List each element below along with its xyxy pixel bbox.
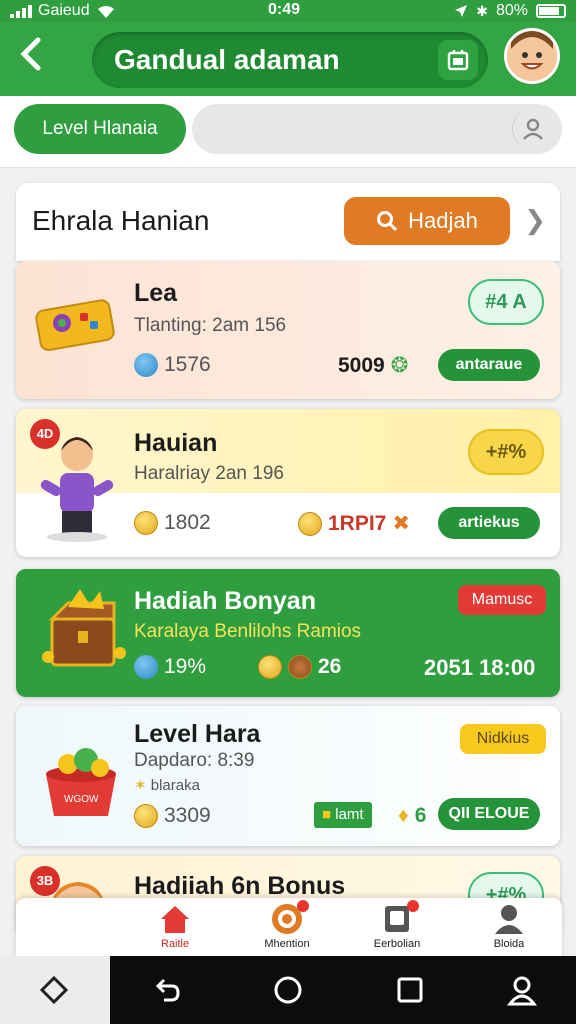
battery-icon xyxy=(536,4,566,18)
search-icon xyxy=(377,211,398,232)
notification-dot xyxy=(297,900,309,912)
carrier-label: Gaieud xyxy=(38,2,90,19)
recents-system-icon[interactable] xyxy=(394,974,426,1006)
item-tag: ■ lamt xyxy=(314,802,372,828)
item-stat: 1576 xyxy=(134,353,211,377)
item-action-button[interactable]: artiekus xyxy=(438,507,540,539)
list-panel-header: Ehrala Hanian Hadjah ❯ xyxy=(16,183,560,261)
person-icon xyxy=(40,437,114,542)
bottom-nav: Raitle Mhention Eerbolian Bloida xyxy=(16,898,562,960)
item-action-button[interactable]: QII ELOUE xyxy=(438,798,540,830)
wifi-icon xyxy=(97,5,114,19)
sparkle-icon: ✶ xyxy=(134,777,147,794)
item-action-button[interactable]: antaraue xyxy=(438,349,540,381)
game-console-icon xyxy=(35,299,115,352)
battery-percent: 80% xyxy=(495,2,528,19)
list-item[interactable]: Lea Tlanting: 2am 156 1576 5009 ❂ antarau… xyxy=(16,261,560,399)
signal-icon xyxy=(10,4,32,18)
item-badge: +#% xyxy=(468,429,544,475)
item-subtitle: Tlanting: 2am 156 xyxy=(134,315,287,336)
item-subtitle: Karalaya Benlilohs Ramios xyxy=(134,621,362,642)
system-menu-button[interactable] xyxy=(0,956,110,1024)
item-title: Hadiiah 6n Bonus xyxy=(134,872,346,900)
coin-bucket-icon: WGOW xyxy=(46,748,116,816)
page-title: Gandual adaman xyxy=(114,44,340,75)
item-note: ✶ blaraka xyxy=(134,777,200,794)
system-nav-bar xyxy=(0,956,576,1024)
bluetooth-icon: ✱ xyxy=(476,2,488,19)
user-icon xyxy=(522,118,543,140)
home-system-icon[interactable] xyxy=(272,974,304,1006)
item-title: Lea xyxy=(134,279,178,307)
item-stat: 3309 xyxy=(134,804,211,828)
item-title: Level Hara xyxy=(134,720,261,748)
chevron-right-icon[interactable]: ❯ xyxy=(524,205,546,236)
gem-icon xyxy=(134,353,158,377)
item-stat: 1802 xyxy=(134,511,211,535)
nav-item-notifications[interactable]: Eerbolian xyxy=(352,900,442,950)
nav-item-profile[interactable]: Bloida xyxy=(464,902,554,950)
search-row: Level Hlanaia xyxy=(0,96,576,168)
calendar-button[interactable] xyxy=(438,40,478,80)
trophy-icon: ♦ xyxy=(398,804,409,827)
item-points: ♦ 6 xyxy=(398,804,427,827)
status-bar: Gaieud 0:49 ✱ 80% xyxy=(0,0,576,22)
list-item[interactable]: 4D Hauian Haralriay 2an 196 1802 1RPI7 ✖ … xyxy=(16,409,560,557)
item-badge: Nidkius xyxy=(460,724,546,754)
coin-icon xyxy=(134,511,158,535)
coin-stack-icon xyxy=(298,511,322,536)
item-subtitle: Haralriay 2an 196 xyxy=(134,463,284,484)
item-title: Hadiah Bonyan xyxy=(134,587,316,615)
chevron-left-icon xyxy=(20,37,41,71)
calendar-icon xyxy=(447,50,469,71)
title-pill: Gandual adaman xyxy=(92,32,488,88)
coin-icon xyxy=(258,655,282,679)
gem-icon xyxy=(134,655,158,679)
nav-item-mention[interactable]: Mhention xyxy=(242,900,332,950)
back-button[interactable] xyxy=(16,34,56,78)
item-badge: #4 A xyxy=(468,279,544,325)
item-status-badge: Mamusc xyxy=(458,585,546,615)
level-filter-button[interactable]: Level Hlanaia xyxy=(14,104,186,154)
diamond-icon xyxy=(39,975,69,1005)
item-stat: 19% xyxy=(134,655,206,679)
item-title: Hauian xyxy=(134,429,218,457)
nav-item-home[interactable]: Raitle xyxy=(130,902,220,950)
star-icon: ✖ xyxy=(392,512,410,535)
clock: 0:49 xyxy=(268,1,301,18)
item-points: 5009 ❂ xyxy=(338,353,409,378)
app-header: Gandual adaman xyxy=(0,22,576,96)
search-action-button[interactable]: Hadjah xyxy=(344,197,510,245)
location-icon xyxy=(455,5,468,17)
user-search-button[interactable] xyxy=(512,109,552,149)
search-input[interactable] xyxy=(192,104,562,154)
treasure-chest-icon xyxy=(42,589,126,667)
item-points: 1RPI7 ✖ xyxy=(298,511,410,536)
item-date: 2051 18:00 xyxy=(424,655,536,680)
search-action-label: Hadjah xyxy=(408,208,478,233)
avatar-face-icon xyxy=(507,31,557,81)
cookie-icon xyxy=(288,655,312,679)
list-item[interactable]: WGOW Level Hara Dapdaro: 8:39 ✶ blaraka … xyxy=(16,706,560,846)
profile-system-icon[interactable] xyxy=(506,974,538,1006)
leaf-icon: ❂ xyxy=(390,354,409,377)
list-item[interactable]: Hadiah Bonyan Karalaya Benlilohs Ramios … xyxy=(16,569,560,697)
notification-dot xyxy=(407,900,419,912)
back-system-icon[interactable] xyxy=(152,974,184,1006)
item-points: 26 xyxy=(258,655,341,679)
panel-title: Ehrala Hanian xyxy=(32,205,210,236)
coin-icon xyxy=(134,804,158,828)
svg-text:WGOW: WGOW xyxy=(64,794,99,805)
item-subtitle: Dapdaro: 8:39 xyxy=(134,750,255,771)
home-icon xyxy=(161,906,189,933)
profile-avatar[interactable] xyxy=(504,28,560,84)
people-icon xyxy=(495,905,523,934)
